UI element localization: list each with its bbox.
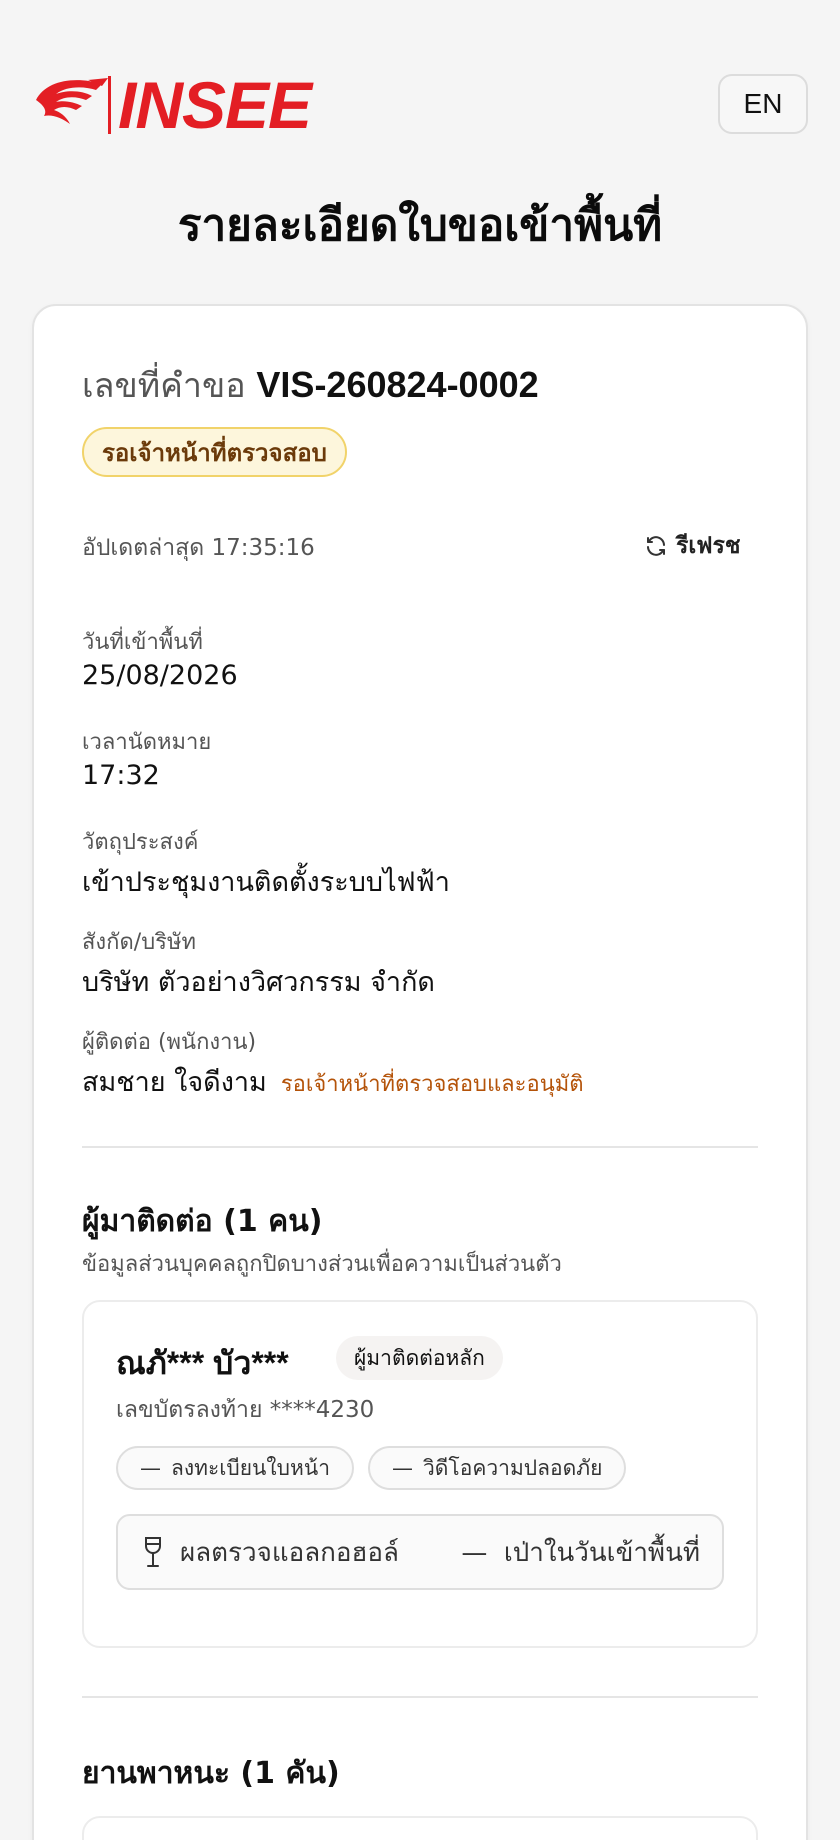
page-title: รายละเอียดใบขอเข้าพื้นที่	[177, 200, 663, 251]
company-label: สังกัด/บริษัท	[82, 930, 196, 955]
dash-icon: —	[392, 1456, 413, 1480]
id-card-value: ****4230	[269, 1397, 375, 1423]
alcohol-test-label: ผลตรวจแอลกอฮอล์	[180, 1537, 399, 1568]
alcohol-test-status-text: เป่าในวันเข้าพื้นที่	[503, 1537, 700, 1568]
last-updated-time: 17:35:16	[211, 535, 315, 561]
refresh-icon	[647, 536, 665, 556]
entry-date-value: 25/08/2026	[82, 660, 238, 691]
refresh-button[interactable]: รีเฟรช	[644, 530, 740, 562]
face-registration-label: ลงทะเบียนใบหน้า	[171, 1455, 330, 1480]
purpose-label: วัตถุประสงค์	[82, 830, 199, 855]
vehicles-section-title: ยานพาหนะ (1 คัน)	[82, 1756, 340, 1791]
id-card-suffix: เลขบัตรลงท้าย ****4230	[116, 1392, 374, 1428]
section-divider	[82, 1146, 758, 1148]
face-registration-chip: — ลงทะเบียนใบหน้า	[116, 1446, 354, 1490]
visitors-privacy-note: ข้อมูลส่วนบุคคลถูกปิดบางส่วนเพื่อความเป็…	[82, 1252, 562, 1277]
top-bar: INSEE EN	[0, 0, 840, 160]
alcohol-test-result: ผลตรวจแอลกอฮอล์ — เป่าในวันเข้าพื้นที่	[116, 1514, 724, 1590]
last-updated: อัปเดตล่าสุด 17:35:16	[82, 530, 315, 566]
safety-video-chip: — วิดีโอความปลอดภัย	[368, 1446, 627, 1490]
company-value: บริษัท ตัวอย่างวิศวกรรม จำกัด	[82, 967, 435, 998]
entry-date-label: วันที่เข้าพื้นที่	[82, 630, 203, 655]
dash-icon: —	[140, 1456, 161, 1480]
vehicle-card	[82, 1816, 758, 1840]
main-visitor-badge: ผู้มาติดต่อหลัก	[336, 1336, 503, 1380]
purpose-value: เข้าประชุมงานติดตั้งระบบไฟฟ้า	[82, 867, 450, 898]
insee-logo: INSEE	[32, 68, 352, 142]
appointment-time-value: 17:32	[82, 760, 160, 791]
refresh-label: รีเฟรช	[676, 533, 741, 559]
appointment-time-label: เวลานัดหมาย	[82, 730, 212, 755]
alcohol-test-status: — เป่าในวันเข้าพื้นที่	[461, 1537, 700, 1568]
visitor-name: ณภั*** บัว***	[116, 1345, 289, 1381]
status-badge: รอเจ้าหน้าที่ตรวจสอบ	[82, 427, 347, 477]
safety-video-label: วิดีโอความปลอดภัย	[423, 1455, 603, 1480]
request-number: VIS-260824-0002	[256, 364, 539, 405]
contact-name: สมชาย ใจดีงาม	[82, 1067, 267, 1098]
last-updated-label: อัปเดตล่าสุด	[82, 535, 205, 561]
contact-label: ผู้ติดต่อ (พนักงาน)	[82, 1030, 257, 1055]
id-card-label: เลขบัตรลงท้าย	[116, 1397, 263, 1423]
contact-status-note: รอเจ้าหน้าที่ตรวจสอบและอนุมัติ	[280, 1072, 584, 1097]
section-divider	[82, 1696, 758, 1698]
visitors-section-title: ผู้มาติดต่อ (1 คน)	[82, 1204, 323, 1239]
wine-glass-icon	[145, 1537, 161, 1567]
request-number-label: เลขที่คำขอ	[82, 366, 246, 406]
language-toggle-button[interactable]: EN	[718, 74, 808, 134]
eagle-logo-icon	[36, 76, 111, 134]
request-number-line: เลขที่คำขอ VIS-260824-0002	[82, 358, 539, 412]
contact-line: สมชาย ใจดีงาม รอเจ้าหน้าที่ตรวจสอบและอนุม…	[82, 1060, 584, 1103]
brand-name: INSEE	[118, 68, 312, 142]
